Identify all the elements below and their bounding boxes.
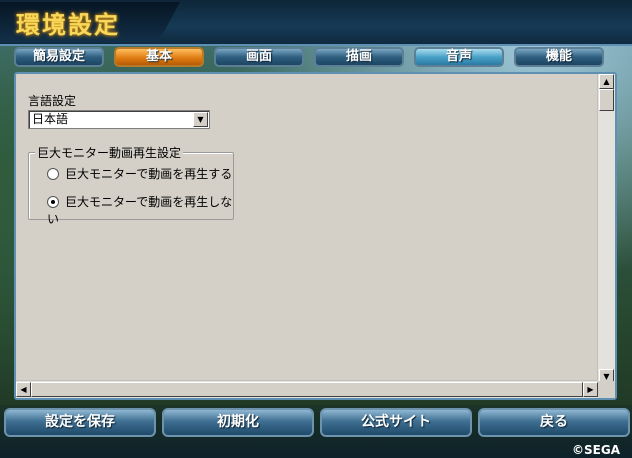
copyright-text: ©SEGA [572,443,620,457]
horizontal-scroll-thumb[interactable] [31,382,583,397]
save-settings-button[interactable]: 設定を保存 [4,408,156,437]
tab-screen[interactable]: 画面 [214,47,304,67]
footer-bar: 設定を保存 初期化 公式サイト 戻る ©SEGA [0,405,632,458]
tab-features[interactable]: 機能 [514,47,604,67]
tab-sound[interactable]: 音声 [414,47,504,67]
back-button[interactable]: 戻る [478,408,630,437]
radio-no-play-on-monitor[interactable]: 巨大モニターで動画を再生しない [47,193,233,227]
tab-basic[interactable]: 基本 [114,47,204,67]
radio-button-unchecked[interactable] [47,168,59,180]
title-bar: 環境設定 [0,0,632,46]
horizontal-scrollbar[interactable]: ◀ ▶ [16,380,598,398]
settings-content: 言語設定 日本語 ▼ 巨大モニター動画再生設定 巨大モニターで動画を再生する 巨… [16,74,598,384]
official-site-button[interactable]: 公式サイト [320,408,472,437]
arrow-right-icon[interactable]: ▶ [583,382,598,397]
window-title: 環境設定 [16,11,120,39]
tab-bar: 簡易設定 基本 画面 描画 音声 機能 [14,47,614,69]
chevron-down-icon[interactable]: ▼ [193,112,208,127]
reset-button[interactable]: 初期化 [162,408,314,437]
scrollbar-corner [598,381,615,398]
monitor-playback-group: 巨大モニター動画再生設定 巨大モニターで動画を再生する 巨大モニターで動画を再生… [28,144,234,226]
radio-play-on-monitor[interactable]: 巨大モニターで動画を再生する [47,165,232,182]
radio-button-checked[interactable] [47,196,59,208]
radio-label: 巨大モニターで動画を再生する [65,167,233,181]
tab-rendering[interactable]: 描画 [314,47,404,67]
vertical-scrollbar[interactable]: ▲ ▼ [597,74,615,384]
radio-label: 巨大モニターで動画を再生しない [47,195,233,226]
arrow-up-icon[interactable]: ▲ [599,74,614,89]
monitor-playback-group-title: 巨大モニター動画再生設定 [35,144,184,161]
settings-panel: 言語設定 日本語 ▼ 巨大モニター動画再生設定 巨大モニターで動画を再生する 巨… [14,72,617,400]
language-select[interactable]: 日本語 ▼ [28,110,210,129]
vertical-scroll-thumb[interactable] [599,89,614,111]
language-select-value: 日本語 [32,112,69,126]
tab-simple-settings[interactable]: 簡易設定 [14,47,104,67]
language-label: 言語設定 [28,94,77,108]
arrow-left-icon[interactable]: ◀ [16,382,31,397]
